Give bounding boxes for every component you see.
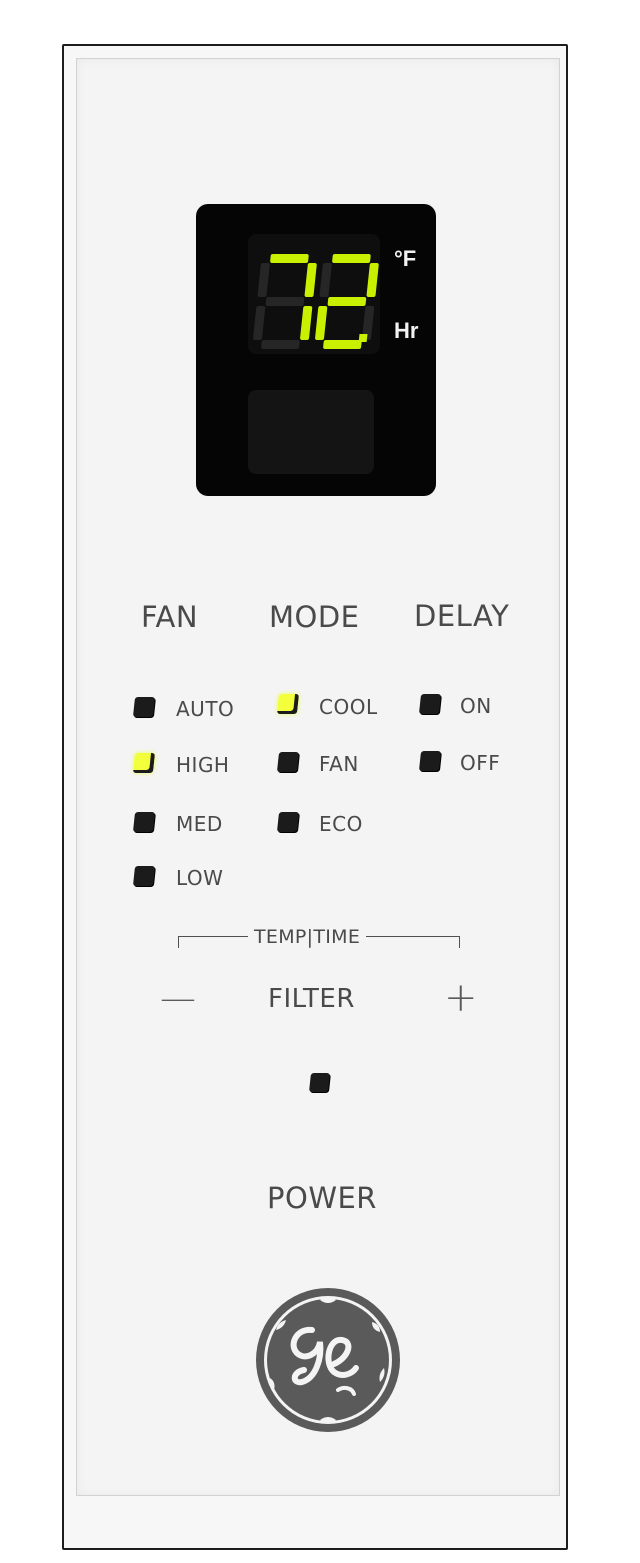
decimal-point: [358, 334, 368, 342]
fan-high-button[interactable]: [132, 753, 156, 773]
delay-off-label: OFF: [460, 751, 501, 775]
fan-auto-button[interactable]: [132, 697, 156, 717]
delay-on-label: ON: [460, 694, 492, 718]
delay-on-button[interactable]: [418, 694, 442, 714]
secondary-display-window: [248, 390, 374, 474]
mode-eco-label: ECO: [319, 812, 363, 836]
fan-med-button[interactable]: [132, 812, 156, 832]
fan-high-label: HIGH: [176, 753, 230, 777]
digit-0-segment-g: [265, 297, 305, 306]
mode-cool-label: COOL: [319, 695, 378, 719]
fan-header: FAN: [141, 600, 199, 634]
mode-header: MODE: [269, 600, 360, 634]
delay-header: DELAY: [414, 599, 510, 633]
digit-0-segment-a: [270, 254, 309, 263]
digit-1-segment-b: [366, 263, 379, 297]
fan-auto-label: AUTO: [176, 697, 235, 721]
seven-segment-digits: [253, 254, 379, 349]
mode-fan-label: FAN: [319, 752, 359, 776]
digit-0-segment-d: [261, 340, 300, 349]
fahrenheit-unit-label: °F: [394, 246, 417, 271]
fan-med-label: MED: [176, 812, 223, 836]
digit-1-segment-g: [327, 297, 367, 306]
temp-time-plus-button[interactable]: +: [444, 975, 478, 1021]
power-button[interactable]: [309, 1073, 330, 1092]
temp-time-minus-button[interactable]: —: [160, 978, 196, 1019]
hours-unit-label: Hr: [394, 318, 419, 343]
led-display: °F Hr: [196, 204, 436, 496]
digit-1-segment-f: [319, 263, 332, 297]
power-label: POWER: [267, 1181, 377, 1215]
mode-fan-button[interactable]: [276, 752, 300, 772]
digit-0-segment-c: [300, 306, 313, 340]
delay-off-button[interactable]: [418, 751, 442, 771]
mode-cool-button[interactable]: [276, 694, 300, 714]
digit-0-segment-f: [257, 263, 270, 297]
digit-0-segment-e: [253, 306, 266, 340]
temperature-readout: [248, 234, 380, 354]
digit-1-segment-a: [332, 254, 371, 263]
filter-label: FILTER: [268, 984, 355, 1014]
fan-low-button[interactable]: [132, 866, 156, 886]
fan-low-label: LOW: [176, 866, 224, 890]
temp-time-label: TEMP|TIME: [248, 926, 367, 948]
ge-logo: [254, 1286, 402, 1438]
ge-monogram-icon: [256, 1288, 400, 1432]
digit-1-segment-d: [323, 340, 362, 349]
mode-eco-button[interactable]: [276, 812, 300, 832]
digit-1-segment-e: [315, 306, 328, 340]
digit-0-segment-b: [304, 263, 317, 297]
